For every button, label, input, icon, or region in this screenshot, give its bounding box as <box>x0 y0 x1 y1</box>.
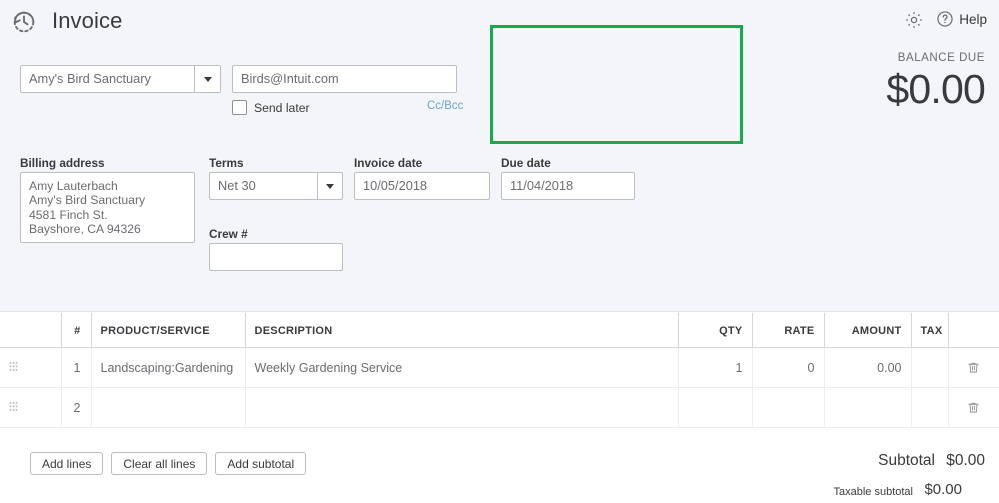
help-button[interactable]: Help <box>936 10 987 28</box>
invoice-date-field[interactable]: 10/05/2018 <box>354 172 490 200</box>
help-label: Help <box>959 12 987 27</box>
row-delete-cell[interactable] <box>948 348 999 388</box>
row-tax[interactable] <box>911 348 948 388</box>
row-rate[interactable]: 0 <box>752 348 824 388</box>
trash-icon[interactable] <box>967 400 980 415</box>
clear-all-lines-button[interactable]: Clear all lines <box>111 452 207 475</box>
column-header-drag <box>0 313 61 348</box>
balance-due-amount: $0.00 <box>886 66 985 112</box>
gear-icon[interactable] <box>904 10 924 30</box>
add-lines-button[interactable]: Add lines <box>30 452 103 475</box>
row-amount[interactable]: 0.00 <box>824 348 911 388</box>
page-title: Invoice <box>52 8 122 34</box>
customer-email-field[interactable]: Birds@Intuit.com <box>232 65 457 93</box>
chevron-down-icon <box>326 184 334 189</box>
row-number: 2 <box>61 388 91 428</box>
column-header-amount: AMOUNT <box>824 313 911 348</box>
taxable-subtotal-value: $0.00 <box>924 481 962 498</box>
add-subtotal-button[interactable]: Add subtotal <box>215 452 306 475</box>
row-drag-cell[interactable] <box>0 348 61 388</box>
row-qty[interactable] <box>678 388 752 428</box>
send-later-label: Send later <box>254 101 310 115</box>
trash-icon[interactable] <box>967 360 980 375</box>
row-tax[interactable] <box>911 388 948 428</box>
due-date-field[interactable]: 11/04/2018 <box>501 172 635 200</box>
billing-address-label: Billing address <box>20 156 105 170</box>
subtotal-value: $0.00 <box>946 452 985 470</box>
terms-value: Net 30 <box>210 173 317 199</box>
table-row[interactable]: 1 Landscaping:Gardening Weekly Gardening… <box>0 348 999 388</box>
invoice-date-label: Invoice date <box>354 156 422 170</box>
terms-dropdown-toggle[interactable] <box>317 173 342 199</box>
due-date-label: Due date <box>501 156 551 170</box>
customer-dropdown[interactable]: Amy's Bird Sanctuary <box>20 65 221 93</box>
customer-email-value: Birds@Intuit.com <box>233 66 456 92</box>
row-number: 1 <box>61 348 91 388</box>
invoice-date-value: 10/05/2018 <box>355 173 489 199</box>
invoice-page: Invoice Help BALANCE DUE $0.00 Amy's Bir… <box>0 0 999 503</box>
table-header-row: # PRODUCT/SERVICE DESCRIPTION QTY RATE A… <box>0 313 999 348</box>
row-description[interactable]: Weekly Gardening Service <box>245 348 678 388</box>
column-header-rate: RATE <box>752 313 824 348</box>
column-header-tax: TAX <box>911 313 948 348</box>
row-qty[interactable]: 1 <box>678 348 752 388</box>
send-later-checkbox[interactable]: Send later <box>232 100 310 115</box>
help-circle-icon <box>936 10 954 28</box>
row-description[interactable] <box>245 388 678 428</box>
row-product-service[interactable]: Landscaping:Gardening <box>91 348 245 388</box>
drag-handle-icon[interactable] <box>9 361 18 372</box>
chevron-down-icon <box>204 77 212 82</box>
billing-address-value: Amy Lauterbach Amy's Bird Sanctuary 4581… <box>29 179 186 237</box>
line-items-table: # PRODUCT/SERVICE DESCRIPTION QTY RATE A… <box>0 313 999 428</box>
invoice-form-region: Invoice Help BALANCE DUE $0.00 Amy's Bir… <box>0 0 999 312</box>
customer-dropdown-toggle[interactable] <box>194 66 220 92</box>
clock-history-icon[interactable] <box>10 8 38 36</box>
balance-due-label: BALANCE DUE <box>898 52 985 64</box>
cc-bcc-link[interactable]: Cc/Bcc <box>427 100 463 112</box>
table-header: # PRODUCT/SERVICE DESCRIPTION QTY RATE A… <box>0 313 999 348</box>
line-actions: Add lines Clear all lines Add subtotal <box>30 452 306 475</box>
subtotal-label: Subtotal <box>878 452 935 470</box>
row-drag-cell[interactable] <box>0 388 61 428</box>
table-row[interactable]: 2 <box>0 388 999 428</box>
column-header-description: DESCRIPTION <box>245 313 678 348</box>
terms-dropdown[interactable]: Net 30 <box>209 172 343 200</box>
checkbox-box[interactable] <box>232 100 247 115</box>
customer-name: Amy's Bird Sanctuary <box>21 66 194 92</box>
green-highlight-box <box>490 25 743 144</box>
column-header-actions <box>948 313 999 348</box>
terms-label: Terms <box>209 156 244 170</box>
row-product-service[interactable] <box>91 388 245 428</box>
column-header-product: PRODUCT/SERVICE <box>91 313 245 348</box>
column-header-qty: QTY <box>678 313 752 348</box>
taxable-subtotal-label: Taxable subtotal <box>834 486 914 498</box>
crew-number-field[interactable] <box>209 243 343 271</box>
line-items-table-region: # PRODUCT/SERVICE DESCRIPTION QTY RATE A… <box>0 313 999 428</box>
row-amount[interactable] <box>824 388 911 428</box>
column-header-num: # <box>61 313 91 348</box>
crew-number-label: Crew # <box>209 227 248 241</box>
drag-handle-icon[interactable] <box>9 401 18 412</box>
row-delete-cell[interactable] <box>948 388 999 428</box>
billing-address-field[interactable]: Amy Lauterbach Amy's Bird Sanctuary 4581… <box>20 172 195 243</box>
due-date-value: 11/04/2018 <box>502 173 634 199</box>
table-body: 1 Landscaping:Gardening Weekly Gardening… <box>0 348 999 428</box>
row-rate[interactable] <box>752 388 824 428</box>
